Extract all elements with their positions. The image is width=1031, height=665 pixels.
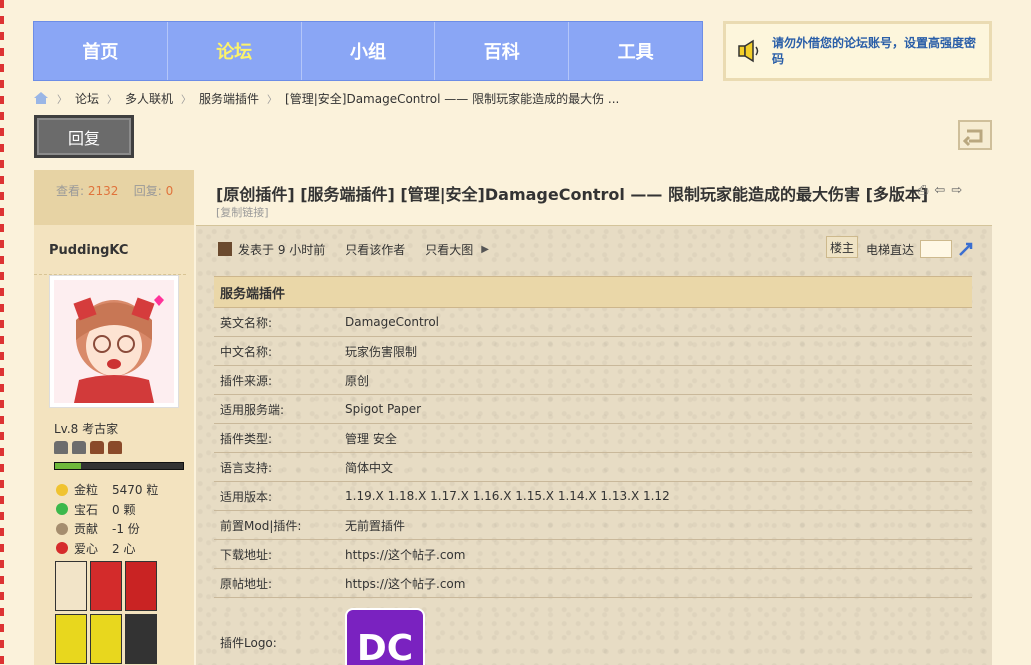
- experience-bar: [54, 462, 184, 470]
- plugin-info-table: 服务端插件 英文名称: DamageControl 中文名称: 玩家伤害限制 插件来…: [214, 276, 972, 665]
- leather-helmet-icon: [108, 441, 122, 454]
- go-icon[interactable]: [958, 241, 974, 257]
- chevron-right-icon: 〉: [181, 94, 192, 106]
- notice-text: 请勿外借您的论坛账号，设置高强度密码: [772, 36, 977, 66]
- reply-button[interactable]: 回复: [34, 115, 134, 158]
- copy-link[interactable]: [复制链接]: [216, 204, 269, 220]
- table-row: 适用版本: 1.19.X 1.18.X 1.17.X 1.16.X 1.15.X …: [214, 482, 972, 511]
- jump-to-floor: 电梯直达: [866, 240, 974, 258]
- table-row: 前置Mod|插件: 无前置插件: [214, 511, 972, 540]
- title-tools: ⎙ ⇦ ⇨: [918, 183, 962, 198]
- medal-pickaxe-icon[interactable]: [55, 614, 87, 664]
- medal-ore-icon[interactable]: [125, 614, 157, 664]
- leather-helmet-icon: [90, 441, 104, 454]
- medal-checklist-icon[interactable]: [55, 561, 87, 611]
- post-time: 发表于 9 小时前: [238, 242, 326, 257]
- crumb-thread[interactable]: [管理|安全]DamageControl —— 限制玩家能造成的最大伤 ...: [285, 90, 619, 107]
- crumb-forum[interactable]: 论坛: [75, 90, 99, 107]
- floor-input[interactable]: [920, 240, 953, 258]
- stat-heart: 爱心 2 心: [56, 539, 158, 559]
- next-thread-icon[interactable]: ⇨: [951, 183, 962, 198]
- iron-helmet-icon: [72, 441, 86, 454]
- main-nav: 首页 论坛 小组 百科 工具: [33, 21, 703, 81]
- stat-gold: 金粒 5470 粒: [56, 480, 158, 500]
- rank-helmets: [54, 441, 122, 454]
- nav-group[interactable]: 小组: [302, 22, 436, 80]
- table-row: 语言支持: 简体中文: [214, 453, 972, 482]
- home-icon[interactable]: [33, 91, 49, 105]
- prev-thread-icon[interactable]: ⇦: [934, 183, 945, 198]
- table-row: 适用服务端: Spigot Paper: [214, 395, 972, 424]
- nav-tools[interactable]: 工具: [569, 22, 702, 80]
- author-only-link[interactable]: 只看该作者: [345, 241, 405, 258]
- table-row: 下载地址: https://这个帖子.com: [214, 540, 972, 569]
- post-meta: 发表于 9 小时前 只看该作者 只看大图 ▶: [218, 240, 489, 258]
- iron-helmet-icon: [54, 441, 68, 454]
- views-count: 2132: [87, 184, 119, 198]
- table-row: 原帖地址: https://这个帖子.com: [214, 569, 972, 598]
- medal-pickaxe-icon[interactable]: [90, 614, 122, 664]
- thread-stats: 查看: 2132 回复: 0: [34, 170, 194, 225]
- table-row-logo: 插件Logo: DC: [214, 598, 972, 665]
- medal-mcbbs-red-icon[interactable]: [90, 561, 122, 611]
- page-border: [0, 0, 4, 665]
- crumb-plugins[interactable]: 服务端插件: [199, 90, 259, 107]
- gold-nugget-icon: [56, 483, 68, 496]
- notice-banner[interactable]: 请勿外借您的论坛账号，设置高强度密码: [723, 21, 992, 81]
- plugin-logo: DC: [345, 608, 425, 665]
- speaker-icon: [738, 39, 759, 63]
- user-level: Lv.8 考古家: [54, 422, 119, 436]
- stat-contribution: 贡献 -1 份: [56, 519, 158, 539]
- crumb-multiplayer[interactable]: 多人联机: [125, 90, 173, 107]
- post-title: [原创插件] [服务端插件] [管理|安全]DamageControl —— 限…: [216, 185, 929, 204]
- floor-badge: 楼主: [826, 236, 858, 258]
- author-sidebar: 查看: 2132 回复: 0 PuddingKC Lv.8 考古家 金粒 547…: [34, 170, 194, 665]
- table-row: 英文名称: DamageControl: [214, 308, 972, 337]
- chevron-right-icon: 〉: [57, 94, 67, 106]
- breadcrumb: 〉 论坛 〉 多人联机 〉 服务端插件 〉 [管理|安全]DamageContr…: [33, 90, 619, 106]
- avatar[interactable]: [49, 275, 179, 408]
- table-row: 中文名称: 玩家伤害限制: [214, 337, 972, 366]
- table-row: 插件类型: 管理 安全: [214, 424, 972, 453]
- table-header: 服务端插件: [214, 276, 972, 308]
- post-header: [原创插件] [服务端插件] [管理|安全]DamageControl —— 限…: [196, 170, 992, 225]
- author-name[interactable]: PuddingKC: [34, 225, 186, 275]
- print-icon[interactable]: ⎙: [918, 183, 928, 198]
- cookie-icon: [56, 522, 68, 535]
- medal-grid: [55, 561, 157, 664]
- replies-count: 0: [165, 184, 174, 198]
- user-stats: 金粒 5470 粒 宝石 0 颗 贡献 -1 份 爱心 2 心: [56, 480, 158, 558]
- post-body: 发表于 9 小时前 只看该作者 只看大图 ▶ 楼主 电梯直达 服务端插件 英文名…: [196, 225, 992, 665]
- chevron-right-icon: 〉: [107, 94, 118, 106]
- chevron-right-icon: 〉: [267, 94, 278, 106]
- table-row: 插件来源: 原创: [214, 366, 972, 395]
- medal-java-icon[interactable]: [125, 561, 157, 611]
- apple-icon: [56, 542, 68, 555]
- caret-right-icon: ▶: [481, 243, 489, 255]
- emerald-icon: [56, 503, 68, 516]
- nav-forum[interactable]: 论坛: [168, 22, 302, 80]
- stat-gem: 宝石 0 颗: [56, 500, 158, 520]
- return-list-icon[interactable]: [957, 119, 993, 151]
- big-image-link[interactable]: 只看大图: [425, 241, 473, 258]
- nav-wiki[interactable]: 百科: [435, 22, 570, 80]
- online-status-icon: [218, 242, 232, 256]
- nav-home[interactable]: 首页: [34, 22, 168, 80]
